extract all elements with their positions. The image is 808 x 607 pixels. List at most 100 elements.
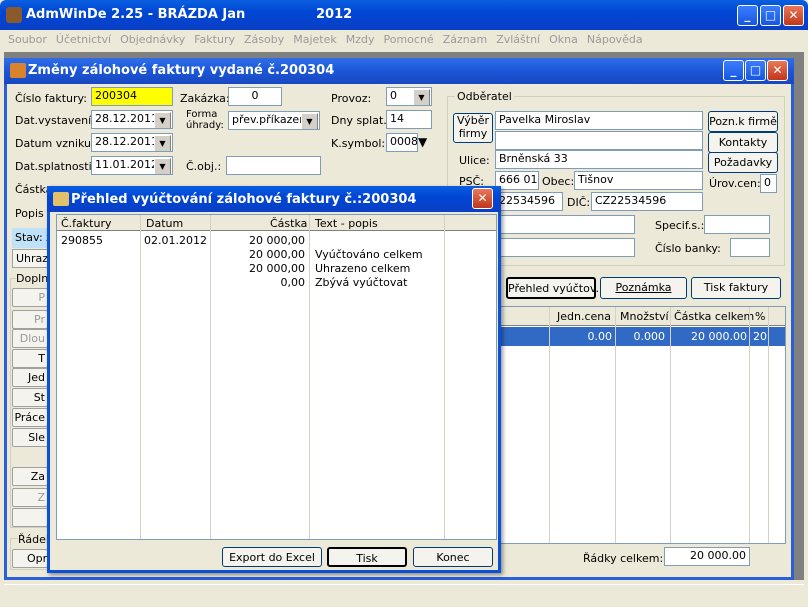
side-button-6[interactable]: St: [12, 388, 48, 407]
maximize-icon[interactable]: □: [745, 60, 766, 81]
dat-vystaveni-label: Dat.vystavení:: [15, 114, 95, 127]
menu-soubor[interactable]: Soubor: [8, 33, 47, 46]
table-row[interactable]: 20 000,00 Vyúčtováno celkem: [57, 247, 496, 261]
tisk-faktury-button[interactable]: Tisk faktury: [691, 277, 781, 299]
close-icon[interactable]: ✕: [472, 188, 493, 209]
menu-objednavky[interactable]: Objednávky: [120, 33, 185, 46]
header-mnozstvi: Množství: [620, 310, 669, 323]
dat-splatnosti-label: Dat.splatnosti:: [15, 160, 96, 173]
minimize-icon[interactable]: _: [737, 5, 758, 26]
c-obj-input[interactable]: [226, 156, 321, 175]
forma-uhrady-select[interactable]: přev.příkazem: [228, 111, 320, 130]
menu-pomocne[interactable]: Pomocné: [384, 33, 434, 46]
close-icon[interactable]: ✕: [783, 5, 804, 26]
odberatel-label: Odběratel: [455, 90, 514, 103]
side-button-2[interactable]: Pr: [12, 310, 48, 329]
k-symbol-input[interactable]: 0008: [386, 133, 418, 152]
close-icon[interactable]: ✕: [767, 60, 788, 81]
table-row[interactable]: 0.00 0.000 20 000.00 20: [497, 327, 785, 346]
side-button-1[interactable]: P: [12, 288, 48, 307]
cislo-faktury-input[interactable]: 200304: [91, 87, 173, 106]
side-button-8[interactable]: Sle: [12, 428, 48, 447]
kontakty-button[interactable]: Kontakty: [708, 132, 778, 153]
psc-input[interactable]: 666 01: [495, 171, 539, 190]
side-button-9[interactable]: Za: [12, 467, 48, 486]
side-button-4[interactable]: T: [12, 349, 48, 368]
menu-okna[interactable]: Okna: [549, 33, 578, 46]
table-row[interactable]: 290855 02.01.2012 20 000,00: [57, 233, 496, 247]
minimize-icon[interactable]: _: [723, 60, 744, 81]
k-symbol-dropdown-icon[interactable]: ▼: [418, 135, 427, 149]
menu-faktury[interactable]: Faktury: [194, 33, 235, 46]
uhrazeno-tab[interactable]: Uhraz: [12, 249, 50, 268]
menu-zaznam[interactable]: Záznam: [443, 33, 487, 46]
odberatel-extra-input-1[interactable]: [495, 215, 635, 234]
header-c-faktury: Č.faktury: [61, 217, 112, 230]
dny-splat-input[interactable]: 14: [386, 110, 432, 129]
datum-vzniku-select[interactable]: 28.12.2011: [91, 133, 173, 152]
side-button-11[interactable]: [12, 508, 48, 527]
side-button-7[interactable]: Práce: [12, 408, 48, 427]
menu-napoveda[interactable]: Nápověda: [587, 33, 643, 46]
header-percent: %: [755, 310, 766, 323]
table-row[interactable]: 20 000,00 Uhrazeno celkem: [57, 261, 496, 275]
konec-button[interactable]: Konec: [413, 547, 493, 567]
obec-label: Obec:: [542, 175, 575, 188]
table-row[interactable]: 0,00 Zbývá vyúčtovat: [57, 275, 496, 289]
side-button-10[interactable]: Z: [12, 488, 48, 507]
header-jedn-cena: Jedn.cena: [557, 310, 611, 323]
header-text-popis: Text - popis: [315, 217, 378, 230]
dat-vystaveni-select[interactable]: 28.12.2011: [91, 110, 173, 129]
menu-majetek[interactable]: Majetek: [293, 33, 337, 46]
datum-vzniku-label: Datum vzniku:: [15, 137, 95, 150]
poznamka-button[interactable]: Poznámka: [600, 277, 687, 299]
status-bar: [4, 584, 804, 604]
menu-ucetnictvi[interactable]: Účetnictví: [56, 33, 111, 46]
provoz-select[interactable]: 0: [386, 87, 432, 106]
invoice-window-title-bar: Změny zálohové faktury vydané č.200304 _…: [4, 58, 794, 84]
obec-input[interactable]: Tišnov: [574, 171, 703, 190]
menu-bar: Soubor Účetnictví Objednávky Faktury Zásoby M…: [8, 33, 798, 49]
odberatel-name-input[interactable]: Pavelka Miroslav: [495, 111, 703, 130]
zakazka-label: Zakázka:: [180, 92, 230, 105]
pozn-k-firme-button[interactable]: Pozn.k firmě: [708, 111, 778, 132]
odberatel-line2-input[interactable]: [495, 131, 703, 150]
c-obj-label: Č.obj.:: [186, 160, 222, 173]
cislo-faktury-label: Číslo faktury:: [15, 92, 87, 105]
vyuctovani-grid: Č.faktury Datum Částka Text - popis 2908…: [56, 214, 497, 540]
dialog-icon: [53, 192, 69, 206]
vyber-firmy-button[interactable]: Výběr firmy: [453, 113, 493, 143]
zakazka-input[interactable]: 0: [228, 87, 282, 106]
cislo-banky-label: Číslo banky:: [655, 242, 721, 255]
items-header: Jedn.cena Množství Částka celkem %: [497, 307, 785, 326]
side-button-3[interactable]: Dlou: [12, 329, 48, 348]
specif-label: Specif.s.:: [655, 219, 705, 232]
side-button-5[interactable]: Jed: [12, 368, 48, 387]
app-title: AdmWinDe 2.25 - BRÁZDA Jan: [26, 7, 246, 22]
export-excel-button[interactable]: Export do Excel: [222, 547, 322, 567]
header-castka: Částka: [270, 217, 308, 230]
popis-label: Popis: [15, 207, 44, 220]
pozadavky-button[interactable]: Požadavky: [708, 152, 778, 173]
ulice-input[interactable]: Brněnská 33: [495, 150, 703, 169]
radek-label: Řádel: [18, 533, 49, 546]
specif-input[interactable]: [704, 215, 770, 234]
odberatel-extra-input-2[interactable]: [495, 238, 635, 257]
dat-splatnosti-select[interactable]: 11.01.2012: [91, 156, 173, 175]
prehled-vyuctovani-button[interactable]: Přehled vyúčtov.: [506, 277, 599, 299]
dic-label: DIČ:: [567, 196, 591, 209]
dic-input[interactable]: CZ22534596: [591, 192, 703, 211]
tisk-button[interactable]: Tisk: [327, 547, 407, 567]
menu-zvlastni[interactable]: Zvláštní: [496, 33, 540, 46]
menu-zasoby[interactable]: Zásoby: [244, 33, 284, 46]
invoice-icon: [10, 63, 26, 78]
maximize-icon[interactable]: □: [760, 5, 781, 26]
dny-splat-label: Dny splat.:: [331, 114, 391, 127]
urov-cen-label: Úrov.cen:: [709, 177, 761, 190]
opravit-button[interactable]: Opra: [12, 549, 48, 568]
menu-mzdy[interactable]: Mzdy: [346, 33, 375, 46]
ico-input[interactable]: 22534596: [495, 192, 563, 211]
radky-celkem-label: Řádky celkem:: [583, 552, 664, 565]
cislo-banky-input[interactable]: [730, 238, 770, 257]
urov-cen-input[interactable]: 0: [760, 174, 777, 193]
